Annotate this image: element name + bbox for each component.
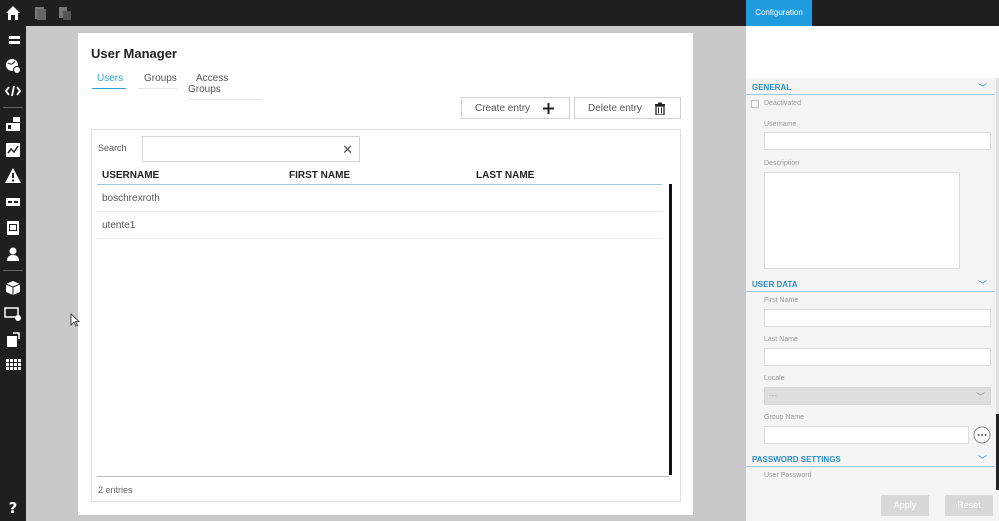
chevron-down-icon: ﹀: [977, 83, 987, 93]
sidebar: ?: [0, 26, 26, 521]
sidebar-divider: [3, 107, 23, 108]
section-password-settings[interactable]: PASSWORD SETTINGS ﹀: [746, 451, 995, 467]
group-name-label: Group Name: [764, 414, 805, 421]
description-label: Description: [764, 160, 800, 167]
last-name-field[interactable]: [764, 348, 991, 366]
group-name-field[interactable]: [764, 426, 969, 444]
globe-icon[interactable]: [4, 57, 22, 75]
mouse-cursor-icon: [70, 313, 80, 327]
delete-entry-button[interactable]: Delete entry: [574, 97, 681, 119]
search-input[interactable]: ✕: [142, 136, 360, 162]
list-icon[interactable]: [4, 32, 22, 50]
search-label: Search: [98, 143, 127, 153]
table-scrollbar[interactable]: [669, 184, 672, 475]
page-title: User Manager: [91, 46, 177, 61]
export-icon[interactable]: [4, 331, 22, 349]
code-icon[interactable]: [4, 82, 22, 100]
dashboard-icon[interactable]: [4, 115, 22, 133]
column-header-username[interactable]: USERNAME: [102, 170, 159, 181]
section-user-data[interactable]: USER DATA ﹀: [746, 276, 995, 292]
tab-groups[interactable]: Groups: [137, 73, 177, 89]
create-entry-button[interactable]: Create entry: [461, 97, 570, 119]
chevron-down-icon: ﹀: [975, 392, 985, 402]
chart-icon[interactable]: [4, 141, 22, 159]
user-manager-panel: User Manager Users Groups Access Groups …: [78, 33, 693, 515]
grid-icon[interactable]: [4, 357, 22, 375]
tab-users[interactable]: Users: [92, 73, 126, 89]
user-icon[interactable]: [4, 245, 22, 263]
description-field[interactable]: [764, 172, 960, 269]
package-icon[interactable]: [4, 279, 22, 297]
ticket-icon[interactable]: [4, 193, 22, 211]
tab-configuration[interactable]: Configuration: [746, 0, 812, 26]
trash-icon: [655, 102, 665, 115]
users-table-panel: Search ✕ USERNAME FIRST NAME LAST NAME b…: [91, 129, 681, 502]
chevron-down-icon: ﹀: [977, 280, 987, 290]
table-row[interactable]: boschrexroth: [97, 185, 662, 212]
svg-text:?: ?: [9, 499, 18, 516]
plus-icon: [543, 103, 554, 114]
column-header-last-name[interactable]: LAST NAME: [476, 170, 534, 181]
copy-icon[interactable]: [32, 5, 48, 21]
config-header-area: [746, 26, 999, 78]
last-name-label: Last Name: [764, 336, 798, 343]
clear-search-icon[interactable]: ✕: [342, 142, 353, 158]
document-icon[interactable]: [4, 219, 22, 237]
apply-button[interactable]: Apply: [881, 495, 929, 516]
home-icon[interactable]: [5, 5, 21, 21]
deactivated-label: Deactivated: [764, 100, 801, 107]
configuration-panel: GENERAL ﹀ Deactivated Username Descripti…: [746, 26, 999, 521]
username-field[interactable]: [764, 132, 991, 150]
locale-label: Locale: [764, 375, 785, 382]
footer-divider: [97, 476, 669, 477]
locale-select[interactable]: --- ﹀: [764, 387, 991, 405]
username-label: Username: [764, 121, 797, 128]
user-password-label: User Password: [764, 472, 812, 479]
tab-access-groups[interactable]: Access Groups: [188, 73, 262, 100]
screen-settings-icon[interactable]: [4, 305, 22, 323]
first-name-label: First Name: [764, 297, 799, 304]
column-header-first-name[interactable]: FIRST NAME: [289, 170, 350, 181]
section-general[interactable]: GENERAL ﹀: [746, 79, 995, 95]
help-icon[interactable]: ?: [4, 498, 22, 516]
more-options-icon[interactable]: [973, 426, 991, 444]
first-name-field[interactable]: [764, 309, 991, 327]
sidebar-divider: [3, 270, 23, 271]
entries-count: 2 entries: [98, 485, 133, 495]
warning-icon[interactable]: [4, 167, 22, 185]
reset-button[interactable]: Reset: [945, 495, 993, 516]
deactivated-checkbox[interactable]: [751, 100, 759, 108]
chevron-down-icon: ﹀: [977, 455, 987, 465]
table-row[interactable]: utente1: [97, 212, 662, 239]
paste-icon[interactable]: [57, 5, 73, 21]
